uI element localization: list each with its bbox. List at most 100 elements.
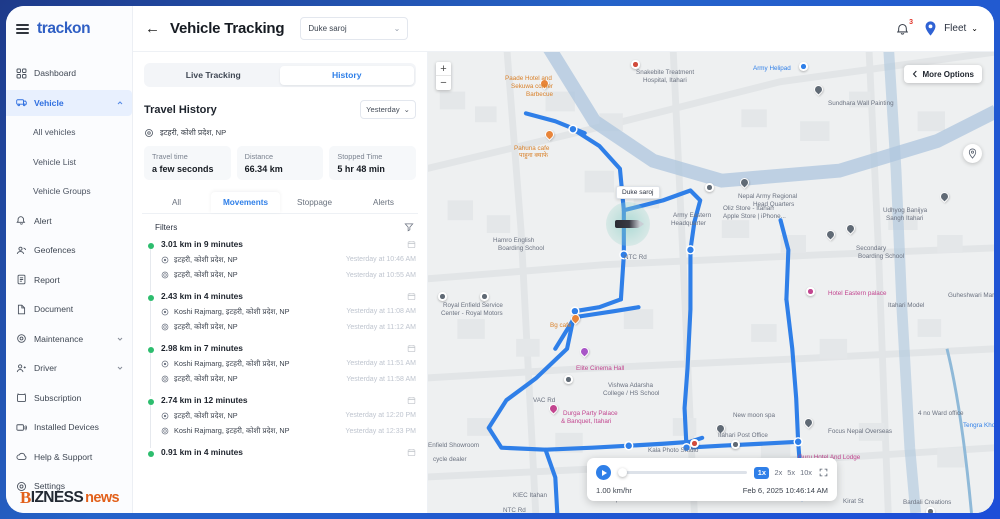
sidebar-item-all-vehicles[interactable]: All vehicles [6,119,132,145]
speed-option-2x[interactable]: 2x [774,468,782,477]
trip-list[interactable]: 3.01 km in 9 minutes इटहरी, कोशी प्रदेश,… [133,236,427,513]
notification-button[interactable]: 3 [895,19,913,37]
trip-start-place: इटहरी, कोशी प्रदेश, NP [174,410,238,420]
funnel-icon[interactable] [404,222,414,232]
start-circle-icon [161,308,169,315]
page-title: Vehicle Tracking [170,20,285,37]
sidebar-item-vehicle[interactable]: Vehicle [6,89,132,116]
end-pin-icon [161,323,169,331]
vehicle-select[interactable]: Duke saroj ⌄ [300,17,409,40]
geofence-icon [16,245,27,256]
tab-stoppage[interactable]: Stoppage [280,192,349,213]
arrow-left-icon[interactable]: ← [145,21,160,36]
sidebar-item-driver[interactable]: Driver [6,355,132,381]
trip-item[interactable]: 2.74 km in 12 minutes इटहरी, कोशी प्रदेश… [144,395,416,448]
zoom-in-button[interactable]: + [436,62,451,76]
calendar-icon[interactable] [407,292,416,301]
trip-end-time: Yesterday at 11:12 AM [346,323,416,331]
sidebar-item-label: Document [34,304,74,314]
sidebar-footer: B IZNESS news [6,487,133,507]
tracking-mode-toggle: Live Tracking History [144,63,416,87]
tab-movements[interactable]: Movements [211,192,280,213]
chevron-left-icon [913,70,918,78]
sidebar-item-maintenance[interactable]: Maintenance [6,326,132,352]
fleet-menu[interactable]: Fleet ⌄ [922,20,978,37]
speed-option-10x[interactable]: 10x [800,468,812,477]
trip-header: 2.43 km in 4 minutes [161,291,416,301]
sidebar-item-vehicle-list[interactable]: Vehicle List [6,149,132,175]
trip-end-place: इटहरी, कोशी प्रदेश, NP [174,374,238,383]
sidebar-item-geofences[interactable]: Geofences [6,237,132,263]
playback-speed-value: 1.00 km/hr [596,486,632,495]
trip-start-leg: Koshi Rajmarg, इटहरी, कोशी प्रदेश, NP Ye… [161,359,416,369]
sidebar-item-report[interactable]: Report [6,267,132,293]
sidebar-item-label: Maintenance [34,333,84,344]
segment-live-tracking[interactable]: Live Tracking [147,66,281,85]
tab-all[interactable]: All [142,192,211,213]
my-location-button[interactable] [963,144,982,163]
trip-start-time: Yesterday at 12:20 PM [345,412,416,419]
bus-icon [16,97,27,108]
sidebar-item-label: Help & Support [34,451,93,462]
calendar-icon[interactable] [407,448,416,457]
sidebar-item-subscription[interactable]: Subscription [6,385,132,411]
sidebar-item-label: Geofences [34,245,76,255]
more-options-button[interactable]: More Options [904,65,982,83]
end-pin-icon [161,427,169,435]
playback-footer: 1.00 km/hr Feb 6, 2025 10:46:14 AM [596,486,828,495]
sidebar-item-document[interactable]: Document [6,296,132,322]
zoom-out-button[interactable]: − [436,76,451,90]
segment-history[interactable]: History [280,65,414,85]
sidebar-item-dashboard[interactable]: Dashboard [6,60,132,86]
content-body: Live Tracking History Travel History Yes… [133,52,994,513]
travel-history-title: Travel History [144,103,217,116]
tab-alerts[interactable]: Alerts [349,192,418,213]
sidebar-brand-row: trackon [6,6,132,52]
map-view[interactable]: Paade Hotel and Sekuwa corner Barbecue Pahu… [428,52,994,513]
trip-start-time: Yesterday at 10:46 AM [345,256,416,263]
main-area: ← Vehicle Tracking Duke saroj ⌄ 3 Fleet … [133,6,994,513]
trip-item[interactable]: 2.98 km in 7 minutes Koshi Rajmarg, इटहर… [144,343,416,396]
vehicle-marker[interactable]: Duke saroj [606,186,660,246]
stat-value: a few seconds [152,164,214,174]
sidebar-item-help-support[interactable]: Help & Support [6,444,132,470]
calendar-icon[interactable] [407,344,416,353]
sidebar-item-installed-devices[interactable]: Installed Devices [6,414,132,440]
trip-item[interactable]: 3.01 km in 9 minutes इटहरी, कोशी प्रदेश,… [144,239,416,292]
trip-end-time: Yesterday at 10:55 AM [345,271,416,279]
map-poi-dot [806,287,815,296]
playback-slider-knob[interactable] [618,468,627,477]
speed-option-1x[interactable]: 1x [754,466,770,479]
stat-distance: Distance 66.34 km [236,146,324,180]
sidebar-nav: Dashboard Vehicle All vehicles Vehicle L… [6,52,132,513]
trip-item[interactable]: 2.43 km in 4 minutes Koshi Rajmarg, इटहर… [144,291,416,344]
trip-item[interactable]: 0.91 km in 4 minutes [144,447,416,457]
playback-slider[interactable] [618,468,748,477]
sidebar-item-alert[interactable]: Alert [6,208,132,234]
trip-end: इटहरी, कोशी प्रदेश, NP [161,322,238,332]
trip-end-place: इटहरी, कोशी प्रदेश, NP [174,270,238,279]
trip-start: इटहरी, कोशी प्रदेश, NP [161,255,238,265]
trip-summary: 2.43 km in 4 minutes [161,291,243,301]
sidebar-item-label: Vehicle [34,97,64,108]
calendar-icon[interactable] [407,396,416,405]
play-button[interactable] [596,465,611,480]
speed-option-5x[interactable]: 5x [787,468,795,477]
day-filter-select[interactable]: Yesterday ⌄ [360,100,416,119]
chevron-down-icon [117,366,123,370]
speed-selector: 1x 2x 5x 10x [754,466,828,479]
app-window: trackon Dashboard Vehicle All vehicles V… [6,6,994,513]
trip-start-time: Yesterday at 11:08 AM [346,308,416,315]
vehicle-select-value: Duke saroj [308,24,347,33]
playback-controls-row: 1x 2x 5x 10x [596,465,828,480]
subscription-icon [16,392,27,403]
bell-alert-icon [16,215,27,226]
trip-header: 0.91 km in 4 minutes [161,447,416,457]
hamburger-icon[interactable] [16,24,29,34]
map-poi-dot [705,183,714,192]
sidebar-item-vehicle-groups[interactable]: Vehicle Groups [6,178,132,204]
driver-icon [16,363,27,374]
calendar-icon[interactable] [407,240,416,249]
fullscreen-icon[interactable] [819,468,828,477]
chevron-down-icon: ⌄ [971,24,978,33]
